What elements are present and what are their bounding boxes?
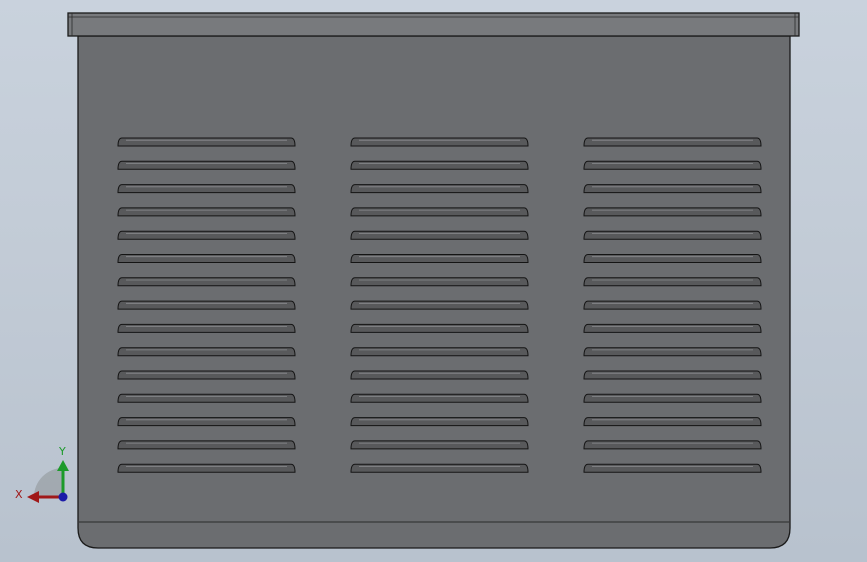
vent-slot [117, 393, 296, 403]
vent-slot [583, 160, 762, 170]
triad-x-label: X [15, 488, 23, 501]
model-view[interactable]: Y X [0, 0, 867, 562]
vent-slot [350, 370, 529, 380]
vent-slot [117, 370, 296, 380]
vent-slot [350, 207, 529, 217]
vent-slot [350, 184, 529, 194]
vent-slot [583, 300, 762, 310]
triad-y-arrow [57, 460, 69, 471]
vent-slot [583, 323, 762, 333]
vent-slot [117, 323, 296, 333]
vent-slot [350, 254, 529, 263]
vent-slot [350, 230, 529, 240]
vent-slot [117, 184, 296, 194]
vent-slots [117, 137, 762, 473]
vent-slot [117, 347, 296, 357]
vent-slot [350, 393, 529, 403]
vent-slot [117, 277, 296, 287]
triad-y-label: Y [58, 445, 66, 458]
vent-slot [117, 463, 296, 473]
vent-slot [117, 440, 296, 450]
vent-slot [583, 347, 762, 357]
triad-x-arrow [27, 491, 39, 503]
vent-slot [117, 207, 296, 217]
triad-z-axis [58, 492, 68, 502]
vent-slot [583, 254, 762, 263]
vent-slot [583, 184, 762, 194]
vent-slot [350, 347, 529, 357]
vent-slot [117, 417, 296, 427]
view-triad[interactable]: Y X [15, 445, 69, 503]
vent-slot [583, 137, 762, 147]
vent-slot [117, 254, 296, 263]
vent-slot [117, 137, 296, 147]
vent-slot [117, 160, 296, 170]
vent-slot [583, 277, 762, 287]
vent-slot [350, 440, 529, 450]
vent-slot [583, 417, 762, 427]
vent-slot [350, 463, 529, 473]
graphics-viewport[interactable]: Y X [0, 0, 867, 562]
vent-slot [350, 160, 529, 170]
vent-slot [350, 417, 529, 427]
vent-slot [583, 393, 762, 403]
vent-slot [350, 137, 529, 147]
vent-slot [583, 463, 762, 473]
vent-slot [350, 323, 529, 333]
vent-slot [117, 300, 296, 310]
vent-slot [583, 207, 762, 217]
vent-slot [350, 277, 529, 287]
enclosure-lid[interactable] [67, 12, 800, 37]
vent-slot [583, 370, 762, 380]
vent-slot [583, 440, 762, 450]
vent-slot [583, 230, 762, 240]
vent-slot [117, 230, 296, 240]
vent-slot [350, 300, 529, 310]
